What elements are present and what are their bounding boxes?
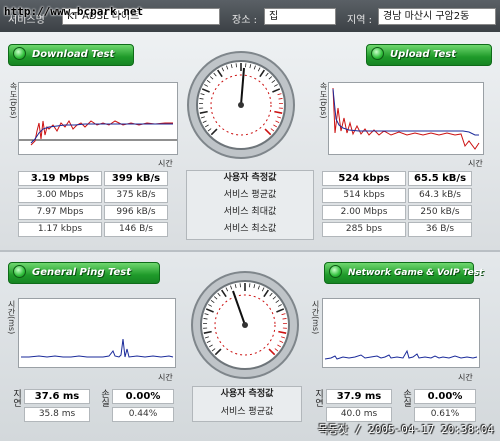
game-avg-delay: 40.0 ms bbox=[326, 407, 392, 422]
game-y-axis-label: 시간(ms) bbox=[311, 300, 320, 335]
photo-caption: 목동잣 / 2005-04-17 20:38:04 bbox=[317, 423, 494, 436]
ping-graph bbox=[18, 298, 176, 368]
service-min-label: 서비스 최소값 bbox=[223, 224, 277, 234]
upload-test-button[interactable]: Upload Test bbox=[366, 44, 492, 66]
status-light-icon bbox=[371, 46, 384, 60]
ping-avg-delay: 35.8 ms bbox=[24, 407, 90, 422]
status-light-icon bbox=[329, 265, 342, 278]
ping-graph-svg bbox=[21, 338, 174, 358]
status-light-icon bbox=[13, 264, 26, 278]
download-graph-svg bbox=[19, 120, 177, 146]
upload-avg-kbps: 514 kbps bbox=[322, 188, 406, 203]
watermark: http://www.bcpark.net bbox=[4, 5, 144, 18]
download-min-kbs: 146 B/s bbox=[104, 222, 168, 237]
download-red-series bbox=[30, 120, 173, 146]
upload-avg-kbs: 64.3 kB/s bbox=[408, 188, 472, 203]
game-user-loss: 0.00% bbox=[414, 389, 476, 404]
status-light-icon bbox=[13, 46, 26, 60]
upload-red-series bbox=[332, 87, 480, 150]
upload-graph-svg bbox=[332, 87, 480, 150]
ping-loss-label: 손실 bbox=[99, 389, 109, 407]
download-avg-mbps: 3.00 Mbps bbox=[18, 188, 102, 203]
download-avg-kbs: 375 kB/s bbox=[104, 188, 168, 203]
download-x-axis-label: 시간 bbox=[158, 159, 173, 168]
game-avg-loss: 0.61% bbox=[414, 407, 476, 422]
service-max-label: 서비스 최대값 bbox=[223, 207, 277, 217]
download-max-mbps: 7.97 Mbps bbox=[18, 205, 102, 220]
game-user-delay: 37.9 ms bbox=[326, 389, 392, 404]
network-game-voip-test-button[interactable]: Network Game & VoIP Test bbox=[324, 262, 483, 284]
gauge-hub bbox=[238, 102, 244, 108]
download-max-kbs: 996 kB/s bbox=[104, 205, 168, 220]
ping-series bbox=[21, 338, 174, 358]
download-user-mbps: 3.19 Mbps bbox=[18, 171, 102, 186]
ping-user-loss: 0.00% bbox=[112, 389, 174, 404]
speed-test-panel: Download Test Upload Test 속도(bps) 시간 속도(… bbox=[0, 32, 500, 250]
general-ping-test-label: General Ping Test bbox=[32, 267, 132, 278]
game-loss-label: 손실 bbox=[401, 389, 411, 407]
upload-test-label: Upload Test bbox=[390, 49, 457, 60]
speed-gauge bbox=[187, 51, 295, 159]
upload-max-kbs: 250 kB/s bbox=[408, 205, 472, 220]
download-test-button[interactable]: Download Test bbox=[8, 44, 134, 66]
place-field: 집 bbox=[264, 8, 336, 25]
user-measured-label: 사용자 측정값 bbox=[223, 173, 277, 183]
service-avg-label: 서비스 평균값 bbox=[223, 190, 277, 200]
network-game-voip-test-label: Network Game & VoIP Test bbox=[348, 268, 484, 278]
ping-y-axis-label: 시간(ms) bbox=[7, 300, 16, 335]
upload-min-kbps: 285 bps bbox=[322, 222, 406, 237]
game-x-axis-label: 시간 bbox=[458, 373, 473, 382]
download-min-mbps: 1.17 kbps bbox=[18, 222, 102, 237]
ping-delay-label: 지연 bbox=[11, 389, 21, 407]
place-label: 장소 : bbox=[232, 15, 257, 26]
upload-graph bbox=[328, 82, 484, 155]
download-graph bbox=[18, 82, 178, 155]
region-label: 지역 : bbox=[347, 15, 372, 26]
ping-gauge bbox=[191, 271, 299, 379]
upload-max-kbps: 2.00 Mbps bbox=[322, 205, 406, 220]
upload-x-axis-label: 시간 bbox=[468, 159, 483, 168]
game-graph bbox=[322, 298, 480, 368]
download-user-kbs: 399 kB/s bbox=[104, 171, 168, 186]
download-test-label: Download Test bbox=[32, 49, 115, 60]
ping-service-avg-label: 서비스 평균값 bbox=[220, 407, 274, 417]
gauge-hub bbox=[242, 322, 248, 328]
game-series bbox=[324, 349, 478, 360]
info-bar: 서비스명 KT ADSL 라이트 장소 : 집 지역 : 경남 마산시 구암2동… bbox=[0, 0, 500, 32]
upload-user-kbps: 524 kbps bbox=[322, 171, 406, 186]
general-ping-test-button[interactable]: General Ping Test bbox=[8, 262, 160, 284]
game-graph-svg bbox=[324, 349, 478, 360]
game-delay-label: 지연 bbox=[313, 389, 323, 407]
upload-user-kbs: 65.5 kB/s bbox=[408, 171, 472, 186]
upload-min-kbs: 36 B/s bbox=[408, 222, 472, 237]
ping-user-delay: 37.6 ms bbox=[24, 389, 90, 404]
ping-avg-loss: 0.44% bbox=[112, 407, 174, 422]
region-field: 경남 마산시 구암2동 bbox=[378, 8, 496, 25]
ping-user-measured-label: 사용자 측정값 bbox=[220, 389, 274, 399]
ping-x-axis-label: 시간 bbox=[158, 373, 173, 382]
ping-test-panel: General Ping Test Network Game & VoIP Te… bbox=[0, 250, 500, 441]
upload-blue-series bbox=[332, 88, 479, 136]
